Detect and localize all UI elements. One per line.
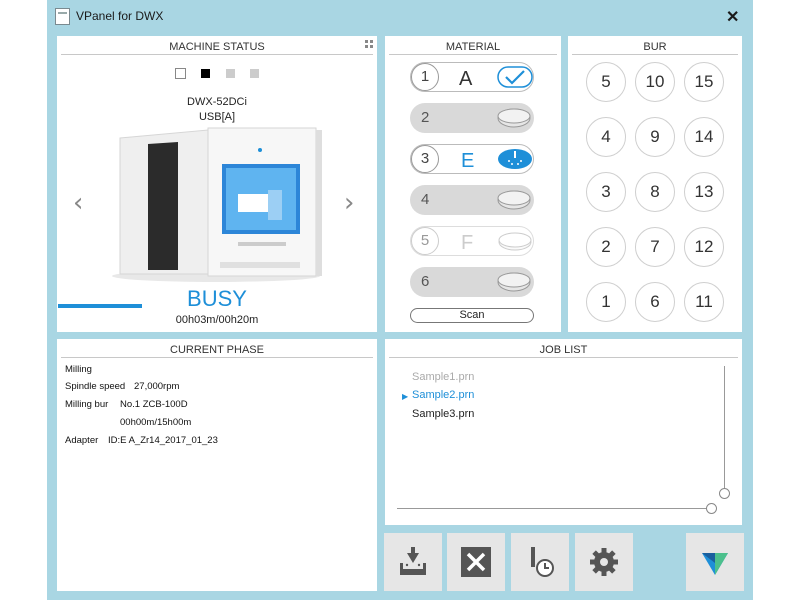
machine-status-text: BUSY — [187, 286, 247, 311]
machine-model: DWX-52DCi — [187, 96, 247, 108]
cancel-icon — [461, 547, 491, 577]
job-item-1[interactable]: Sample1.prn — [412, 371, 474, 383]
material-disc-icon — [497, 108, 531, 128]
material-slot-5[interactable]: 5 F — [410, 226, 534, 256]
machine-image — [112, 127, 322, 282]
slot-number: 5 — [411, 227, 439, 255]
material-slot-3[interactable]: 3 E — [410, 144, 534, 174]
bur-slot[interactable]: 12 — [684, 227, 724, 267]
settings-icon — [590, 548, 618, 576]
bur-slot[interactable]: 2 — [586, 227, 626, 267]
page-indicator-connect[interactable] — [175, 68, 186, 79]
settings-button[interactable] — [575, 533, 633, 591]
slot-letter: F — [461, 232, 474, 254]
divider — [389, 357, 738, 358]
current-job-marker-icon: ▶ — [402, 392, 409, 401]
bur-slot[interactable]: 15 — [684, 62, 724, 102]
spindle-speed-label: Spindle speed — [65, 381, 126, 392]
material-disc-icon — [498, 232, 532, 251]
slot-number: 2 — [421, 109, 430, 126]
page-indicator-2[interactable] — [226, 69, 235, 78]
material-disc-icon — [497, 272, 531, 292]
bur-timer-button[interactable] — [511, 533, 569, 591]
slot-number: 1 — [411, 63, 439, 91]
material-title: MATERIAL — [445, 41, 501, 53]
milling-bur-value: No.1 ZCB-100D — [120, 399, 188, 410]
spindle-speed-value: 27,000rpm — [134, 381, 180, 392]
bur-slot[interactable]: 9 — [635, 117, 675, 157]
slot-number: 4 — [421, 191, 430, 208]
job-list-title: JOB LIST — [539, 344, 588, 356]
material-slot-4[interactable]: 4 — [410, 185, 534, 215]
bur-slot[interactable]: 13 — [684, 172, 724, 212]
divider — [572, 54, 738, 55]
start-milling-button[interactable] — [384, 533, 442, 591]
check-icon — [497, 66, 533, 88]
material-slot-6[interactable]: 6 — [410, 267, 534, 297]
vpanel-menu-button[interactable] — [686, 533, 744, 591]
page-indicator-3[interactable] — [250, 69, 259, 78]
machine-status-title: MACHINE STATUS — [169, 41, 265, 53]
slot-number: 6 — [421, 273, 430, 290]
bur-slot[interactable]: 4 — [586, 117, 626, 157]
machine-time: 00h03m/00h20m — [175, 314, 259, 326]
bur-slot[interactable]: 8 — [635, 172, 675, 212]
job-item-2[interactable]: Sample2.prn — [412, 389, 474, 401]
job-progress-bar — [58, 304, 142, 308]
current-phase-panel: CURRENT PHASE — [57, 339, 377, 591]
window-title: VPanel for DWX — [76, 9, 164, 23]
scan-button[interactable]: Scan — [410, 308, 534, 323]
job-list-panel: JOB LIST — [385, 339, 742, 525]
material-slot-1[interactable]: 1 A — [410, 62, 534, 92]
cancel-job-button[interactable] — [447, 533, 505, 591]
horizontal-scroll-track[interactable] — [397, 508, 713, 509]
adapter-label: Adapter — [65, 435, 99, 446]
machine-connection: USB[A] — [198, 111, 236, 123]
slot-letter: A — [459, 68, 473, 90]
page-indicator-1[interactable] — [201, 69, 210, 78]
close-icon[interactable]: ✕ — [726, 7, 739, 27]
bur-slot[interactable]: 3 — [586, 172, 626, 212]
phase-operation: Milling — [65, 364, 92, 375]
milling-bur-label: Milling bur — [65, 399, 109, 410]
bur-slot[interactable]: 7 — [635, 227, 675, 267]
app-icon — [55, 8, 70, 25]
vertical-scroll-thumb[interactable] — [719, 488, 730, 499]
material-slot-2[interactable]: 2 — [410, 103, 534, 133]
milling-bur-time: 00h00m/15h00m — [120, 417, 192, 428]
grid-view-icon[interactable] — [365, 40, 373, 48]
bur-title: BUR — [643, 41, 667, 53]
bur-slot[interactable]: 5 — [586, 62, 626, 102]
slot-letter: E — [461, 150, 475, 172]
bur-slot[interactable]: 6 — [635, 282, 675, 322]
bur-slot[interactable]: 14 — [684, 117, 724, 157]
bur-slot[interactable]: 10 — [635, 62, 675, 102]
material-disc-icon — [497, 190, 531, 210]
horizontal-scroll-thumb[interactable] — [706, 503, 717, 514]
logo-icon — [702, 553, 728, 575]
slot-number: 3 — [411, 145, 439, 173]
divider — [61, 54, 373, 55]
bur-slot[interactable]: 11 — [684, 282, 724, 322]
next-machine-arrow[interactable]: › — [344, 188, 354, 218]
current-phase-title: CURRENT PHASE — [170, 344, 264, 356]
milling-in-progress-icon — [498, 149, 532, 169]
prev-machine-arrow[interactable]: ‹ — [73, 188, 83, 218]
adapter-value: ID:E A_Zr14_2017_01_23 — [108, 435, 218, 446]
milling-icon — [400, 547, 426, 575]
divider — [61, 357, 373, 358]
job-item-3[interactable]: Sample3.prn — [412, 408, 474, 420]
divider — [389, 54, 557, 55]
vertical-scroll-track[interactable] — [724, 366, 725, 494]
bur-timer-icon — [531, 547, 554, 577]
bur-slot[interactable]: 1 — [586, 282, 626, 322]
